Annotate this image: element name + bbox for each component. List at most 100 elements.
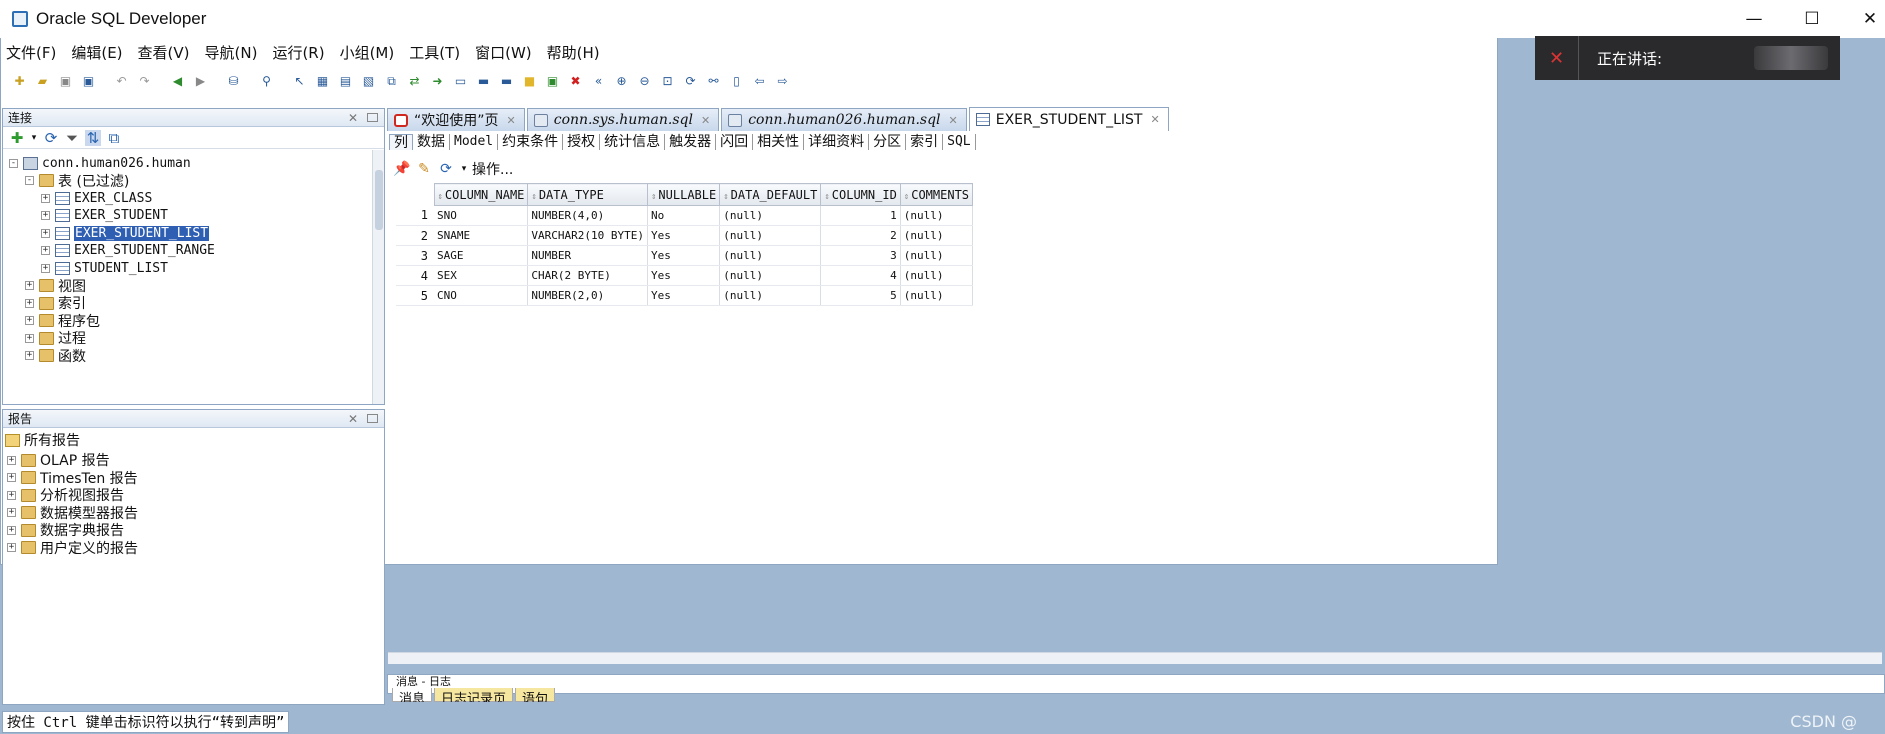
expand-icon[interactable]: + <box>7 525 16 535</box>
sort-icon[interactable]: ⇕ <box>651 192 656 202</box>
table-cell[interactable]: No <box>647 205 721 226</box>
close-icon[interactable]: ✕ <box>348 111 358 125</box>
schema-browser-icon[interactable]: ⇅ <box>85 129 101 147</box>
folder-icon[interactable]: ■ <box>520 73 539 90</box>
menu-navigate[interactable]: 导航(N) <box>205 42 258 63</box>
table-cell[interactable]: Yes <box>647 285 721 306</box>
menu-help[interactable]: 帮助(H) <box>547 42 600 63</box>
table-row[interactable]: 5 CNO NUMBER(2,0) Yes (null) 5 (null) <box>396 285 974 306</box>
column-header[interactable]: ⇕ NULLABLE <box>646 183 721 206</box>
table-cell[interactable]: 1 <box>820 205 901 226</box>
subtab[interactable]: 触发器 <box>665 134 717 150</box>
close-icon[interactable]: ✕ <box>507 114 516 127</box>
subtab[interactable]: 相关性 <box>753 134 805 150</box>
collapse-icon[interactable]: - <box>25 176 34 185</box>
table-cell[interactable]: 3 <box>820 245 901 266</box>
expand-icon[interactable]: + <box>7 490 16 500</box>
tab-statements[interactable]: 语句 <box>515 688 556 702</box>
table-cell[interactable]: SEX <box>434 265 529 286</box>
column-header[interactable]: ⇕ DATA_TYPE <box>527 183 648 206</box>
collapse-icon[interactable]: - <box>9 158 18 168</box>
subtab[interactable]: 统计信息 <box>600 134 666 150</box>
table-row[interactable]: 2 SNAME VARCHAR2(10 BYTE) Yes (null) 2 (null) <box>396 225 974 246</box>
menu-file[interactable]: 文件(F) <box>6 42 56 63</box>
subtab[interactable]: 闪回 <box>716 134 754 150</box>
report-root[interactable]: 所有报告 <box>5 430 80 450</box>
table-cell[interactable]: (null) <box>719 205 822 226</box>
arrow-icon[interactable]: ➜ <box>428 73 447 90</box>
subtab[interactable]: 详细资料 <box>804 134 870 150</box>
forward-icon[interactable]: ▶ <box>191 73 210 90</box>
table-cell[interactable]: SAGE <box>434 245 529 266</box>
minimize-icon[interactable] <box>367 414 378 423</box>
table-cell[interactable]: (null) <box>900 225 974 246</box>
refresh-icon[interactable]: ⟳ <box>438 161 454 177</box>
subtab[interactable]: 索引 <box>906 134 944 150</box>
next-icon[interactable]: ⇨ <box>773 73 792 90</box>
save-icon[interactable]: ▣ <box>56 73 75 90</box>
link-icon[interactable]: ⧉ <box>382 73 401 90</box>
undo-icon[interactable]: ↶ <box>112 73 131 90</box>
close-icon[interactable]: ✕ <box>949 114 958 127</box>
mic-muted-icon[interactable]: ✕ <box>1535 36 1579 80</box>
subtab[interactable]: SQL <box>943 134 976 150</box>
select-icon[interactable]: ↖ <box>290 73 309 90</box>
rewind-icon[interactable]: « <box>589 73 608 90</box>
diagram-icon[interactable]: ▤ <box>336 73 355 90</box>
sort-icon[interactable]: ⇕ <box>531 192 536 202</box>
table-cell[interactable]: (null) <box>900 265 974 286</box>
back-icon[interactable]: ◀ <box>168 73 187 90</box>
tab-conn-sys[interactable]: conn.sys.human.sql ✕ <box>526 108 720 131</box>
table-cell[interactable]: (null) <box>719 285 822 306</box>
close-icon[interactable]: ✕ <box>701 114 710 127</box>
expand-icon[interactable]: + <box>7 508 16 517</box>
table-cell[interactable]: NUMBER(2,0) <box>527 285 648 306</box>
page-icon[interactable]: ▯ <box>727 73 746 90</box>
redo-icon[interactable]: ↷ <box>135 73 154 90</box>
column-header[interactable]: ⇕ COLUMN_ID <box>820 183 901 206</box>
expand-icon[interactable]: + <box>41 193 50 203</box>
view-icon[interactable]: ▧ <box>359 73 378 90</box>
table-row[interactable]: 4 SEX CHAR(2 BYTE) Yes (null) 4 (null) <box>396 265 974 286</box>
insert-icon[interactable]: ▬ <box>474 73 493 90</box>
refresh-icon[interactable]: ⟳ <box>681 73 700 90</box>
report-item[interactable]: + 用户定义的报告 <box>7 538 138 558</box>
actions-menu[interactable]: 操作... <box>472 159 513 179</box>
close-icon[interactable]: ✕ <box>1841 0 1885 38</box>
table-cell[interactable]: 5 <box>820 285 901 306</box>
menu-run[interactable]: 运行(R) <box>272 42 324 63</box>
table-cell[interactable]: (null) <box>900 205 974 226</box>
zoom-out-icon[interactable]: ⊖ <box>635 73 654 90</box>
maximize-icon[interactable]: ☐ <box>1783 0 1841 38</box>
column-header[interactable]: ⇕ COLUMN_NAME <box>433 183 529 206</box>
close-icon[interactable]: ✕ <box>348 412 358 426</box>
expand-icon[interactable]: + <box>25 351 34 360</box>
expand-icon[interactable]: + <box>41 246 50 255</box>
dropdown-icon[interactable]: ▾ <box>30 130 38 146</box>
subtab[interactable]: 数据 <box>413 134 450 150</box>
copy-icon[interactable]: ⧉ <box>106 129 122 147</box>
dropdown-icon[interactable]: ▾ <box>460 161 468 177</box>
table-cell[interactable]: Yes <box>647 225 721 246</box>
subtab[interactable]: Model <box>450 134 499 150</box>
sort-icon[interactable]: ⇕ <box>438 192 443 202</box>
binoculars-icon[interactable]: ⚯ <box>704 73 723 90</box>
table-cell[interactable]: NUMBER <box>527 245 648 266</box>
expand-icon[interactable]: + <box>41 228 50 238</box>
table-cell[interactable]: 2 <box>820 225 901 246</box>
tab-messages[interactable]: 消息 <box>392 688 433 702</box>
menu-view[interactable]: 查看(V) <box>138 42 190 63</box>
close-icon[interactable]: ✕ <box>1150 113 1159 126</box>
menu-edit[interactable]: 编辑(E) <box>71 42 122 63</box>
table-cell[interactable]: Yes <box>647 245 721 266</box>
table-row[interactable]: 1 SNO NUMBER(4,0) No (null) 1 (null) <box>396 205 974 226</box>
tab-conn-human026[interactable]: conn.human026.human.sql ✕ <box>721 108 967 131</box>
find-icon[interactable]: ⚲ <box>257 73 276 90</box>
expand-icon[interactable]: + <box>7 543 16 552</box>
sort-icon[interactable]: ⇕ <box>824 192 829 202</box>
sort-icon[interactable]: ⇕ <box>904 192 909 202</box>
image-icon[interactable]: ▣ <box>543 73 562 90</box>
menu-tools[interactable]: 工具(T) <box>409 42 460 63</box>
table-cell[interactable]: CHAR(2 BYTE) <box>527 265 648 286</box>
table-cell[interactable]: NUMBER(4,0) <box>527 205 648 226</box>
